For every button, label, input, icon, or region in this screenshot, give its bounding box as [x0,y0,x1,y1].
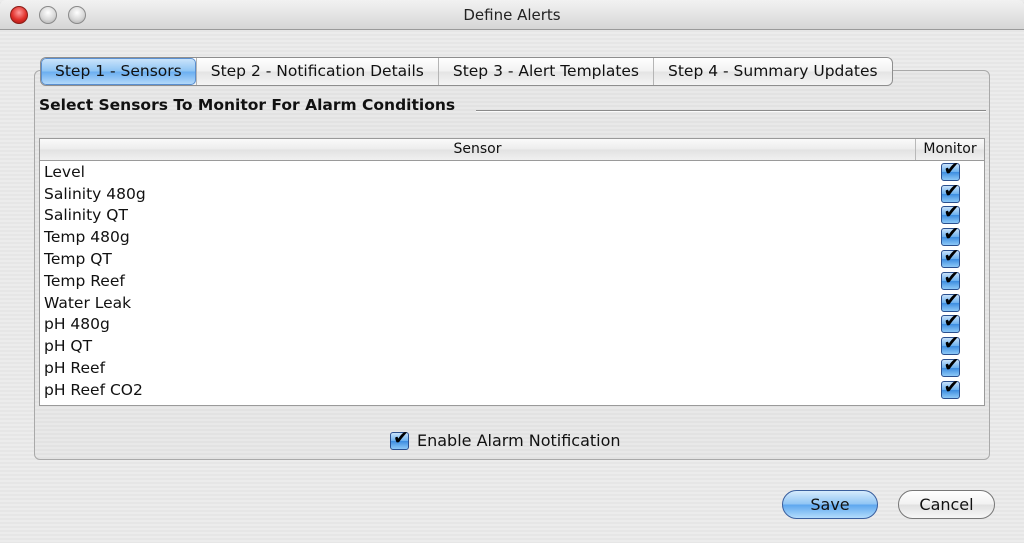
cancel-button[interactable]: Cancel [898,490,995,519]
monitor-cell [916,332,984,356]
monitor-cell [916,354,984,378]
table-row[interactable]: Temp QT [40,245,984,270]
sensor-name: Temp QT [44,250,112,269]
tab-step-2-notification-details[interactable]: Step 2 - Notification Details [195,58,438,85]
table-row[interactable]: pH QT [40,332,984,357]
tab-step-1-sensors[interactable]: Step 1 - Sensors [41,58,196,85]
sensor-name: pH Reef CO2 [44,380,143,399]
table-row[interactable]: Temp 480g [40,223,984,248]
enable-alarm-label: Enable Alarm Notification [417,431,621,450]
monitor-cell [916,180,984,203]
sensor-name: Temp 480g [44,228,130,247]
sensor-name: Water Leak [44,293,132,312]
tab-step-4-summary-updates[interactable]: Step 4 - Summary Updates [653,58,892,85]
step-tabs: Step 1 - Sensors Step 2 - Notification D… [40,57,893,86]
monitor-cell [916,201,984,225]
sensor-name: pH Reef [44,359,106,378]
table-row[interactable]: Level [40,158,984,183]
monitor-cell [916,223,984,247]
sensor-name: Salinity 480g [44,184,146,203]
monitor-checkbox[interactable] [940,376,960,399]
monitor-checkbox[interactable] [940,201,960,225]
table-row[interactable]: Salinity QT [40,201,984,227]
column-header-sensor[interactable]: Sensor [40,139,916,160]
monitor-checkbox[interactable] [940,158,960,181]
table-body: Level Salinity 480g Salinity QT Temp 480g Te… [40,158,984,401]
column-header-monitor[interactable]: Monitor [916,139,984,160]
table-row[interactable]: pH 480g [40,310,984,336]
sensor-table: Sensor Monitor Level Salinity 480g Salinit… [39,138,985,406]
enable-alarm-checkbox[interactable] [390,427,409,450]
monitor-checkbox[interactable] [940,289,960,312]
title-bar: Define Alerts [0,0,1024,30]
table-row[interactable]: pH Reef [40,354,984,379]
monitor-checkbox[interactable] [940,245,960,269]
tab-step-3-alert-templates[interactable]: Step 3 - Alert Templates [437,58,653,85]
enable-alarm-notification[interactable]: Enable Alarm Notification [390,427,621,450]
window-title: Define Alerts [463,6,561,24]
sensor-name: Temp Reef [44,271,125,290]
monitor-cell [916,245,984,269]
monitor-cell [916,289,984,312]
table-row[interactable]: Water Leak [40,289,984,314]
monitor-checkbox[interactable] [940,310,960,334]
monitor-checkbox[interactable] [940,180,960,203]
monitor-cell [916,310,984,334]
section-divider [476,110,986,112]
monitor-checkbox[interactable] [940,267,960,290]
sensor-name: Level [44,162,85,181]
table-row[interactable]: pH Reef CO2 [40,376,984,401]
monitor-checkbox[interactable] [940,354,960,378]
monitor-cell [916,376,984,399]
monitor-cell [916,158,984,181]
sensor-name: Salinity QT [44,206,128,225]
table-header: Sensor Monitor [40,139,984,161]
monitor-checkbox[interactable] [940,223,960,247]
save-button[interactable]: Save [782,490,878,519]
monitor-checkbox[interactable] [940,332,960,356]
monitor-cell [916,267,984,290]
table-row[interactable]: Temp Reef [40,267,984,292]
table-row[interactable]: Salinity 480g [40,180,984,205]
sensor-name: pH 480g [44,315,110,334]
sensor-name: pH QT [44,337,93,356]
section-title: Select Sensors To Monitor For Alarm Cond… [39,96,456,114]
